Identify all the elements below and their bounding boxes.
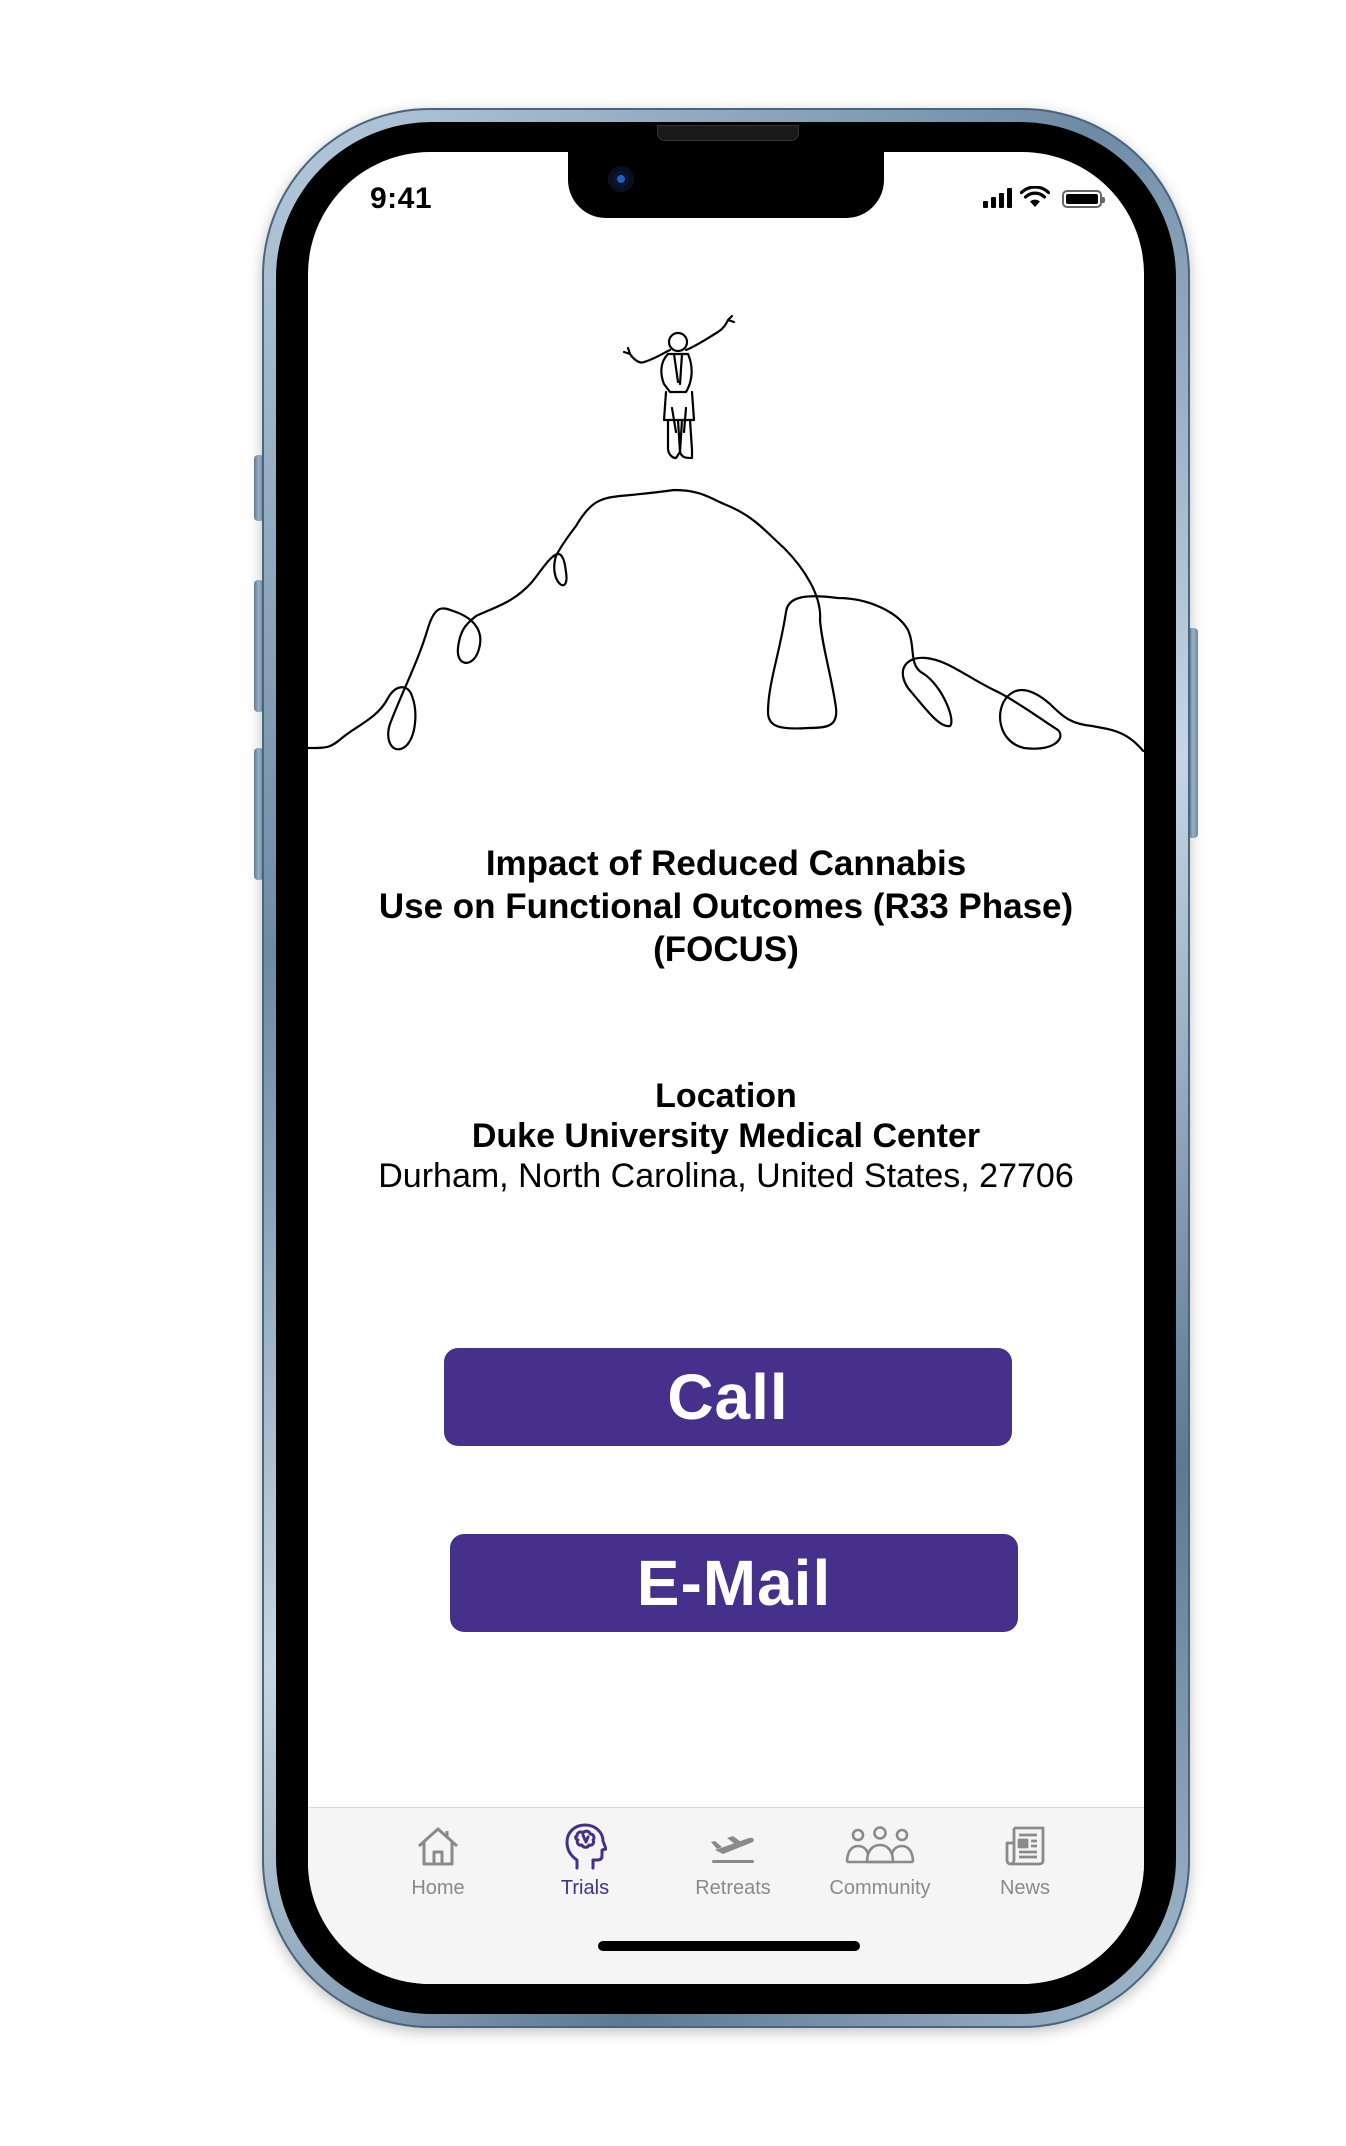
email-button[interactable]: E-Mail	[450, 1534, 1018, 1632]
location-name: Duke University Medical Center	[471, 1117, 981, 1155]
newspaper-icon	[1005, 1826, 1045, 1866]
trial-title-line-3: (FOCUS)	[653, 930, 799, 969]
plane-departure-icon	[711, 1836, 754, 1863]
call-button[interactable]: Call	[444, 1348, 1012, 1446]
wifi-icon	[1020, 186, 1050, 207]
status-time: 9:41	[370, 182, 433, 215]
tab-label-news: News	[999, 1877, 1050, 1899]
tab-label-retreats: Retreats	[695, 1877, 771, 1899]
mountain-summit-illustration	[308, 314, 1144, 752]
battery-icon	[1062, 190, 1105, 208]
tab-trials[interactable]: Trials	[520, 1822, 650, 1900]
app-screen: 9:41 Impact of Reduced Cannabis Use on F…	[308, 152, 1144, 1984]
status-icons	[983, 186, 1105, 208]
front-camera	[608, 166, 634, 192]
tab-community[interactable]: Community	[815, 1822, 945, 1900]
tab-news[interactable]: News	[960, 1822, 1090, 1900]
cellular-signal-icon	[983, 188, 1012, 208]
speaker-grill	[657, 125, 799, 141]
location-heading: Location	[655, 1077, 797, 1115]
notch	[568, 152, 884, 218]
trial-title: Impact of Reduced Cannabis Use on Functi…	[338, 842, 1114, 971]
tab-home[interactable]: Home	[373, 1822, 503, 1900]
home-indicator	[598, 1941, 860, 1951]
tab-label-community: Community	[829, 1877, 931, 1899]
location-block: Location Duke University Medical Center …	[308, 1076, 1144, 1196]
tab-label-home: Home	[411, 1877, 465, 1899]
trial-title-line-2: Use on Functional Outcomes (R33 Phase)	[378, 887, 1074, 926]
people-group-icon	[845, 1826, 915, 1864]
location-address: Durham, North Carolina, United States, 2…	[378, 1157, 1074, 1195]
tab-label-trials: Trials	[560, 1877, 610, 1899]
trial-title-line-1: Impact of Reduced Cannabis	[485, 844, 967, 883]
brain-head-icon	[565, 1823, 607, 1870]
tab-retreats[interactable]: Retreats	[668, 1822, 798, 1900]
tab-bar: Home Trials Retreats Community News	[308, 1807, 1144, 1984]
home-icon	[417, 1827, 459, 1866]
